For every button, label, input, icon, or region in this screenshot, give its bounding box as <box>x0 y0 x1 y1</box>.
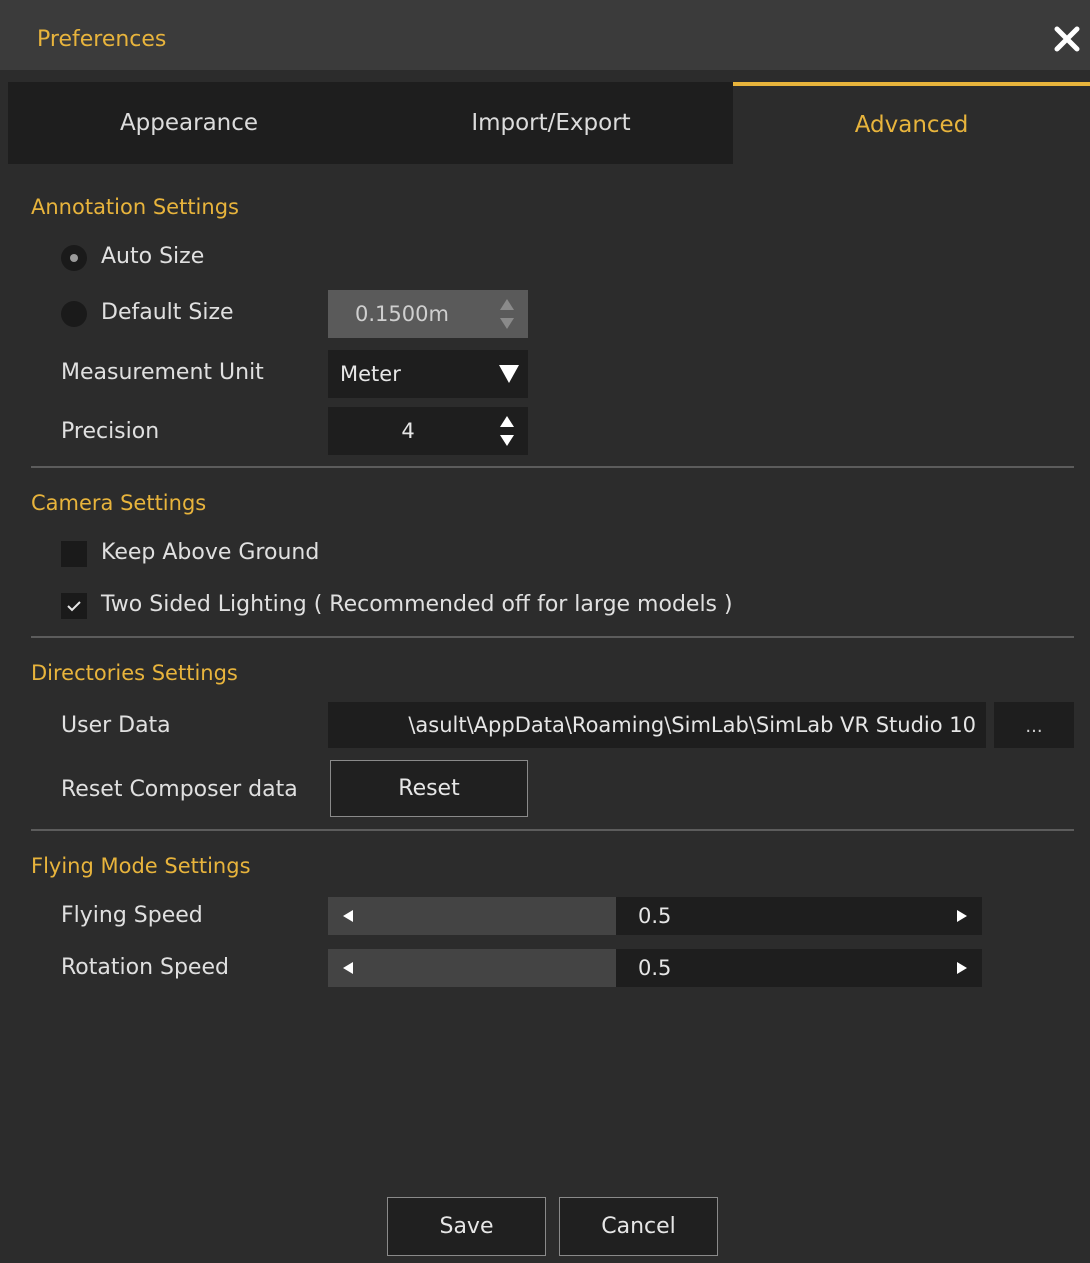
slider-fill <box>328 949 616 987</box>
section-divider <box>31 466 1074 468</box>
rotation-speed-slider[interactable]: 0.5 <box>328 949 982 987</box>
cancel-button[interactable]: Cancel <box>559 1197 718 1256</box>
flying-speed-value: 0.5 <box>638 904 672 928</box>
tab-import-export[interactable]: Import/Export <box>370 82 732 164</box>
close-button[interactable] <box>1050 22 1084 56</box>
measurement-unit-label: Measurement Unit <box>61 360 264 385</box>
slider-right-arrow-icon[interactable] <box>956 909 968 923</box>
reset-composer-label: Reset Composer data <box>61 777 298 802</box>
spin-arrows-icon <box>500 299 514 329</box>
rotation-speed-value: 0.5 <box>638 956 672 980</box>
rotation-speed-label: Rotation Speed <box>61 955 229 980</box>
section-divider <box>31 829 1074 831</box>
slider-fill <box>328 897 616 935</box>
tab-appearance[interactable]: Appearance <box>8 82 370 164</box>
flying-mode-settings-title: Flying Mode Settings <box>31 854 251 878</box>
two-sided-lighting-checkbox[interactable] <box>61 593 87 619</box>
user-data-path-input[interactable]: \asult\AppData\Roaming\SimLab\SimLab VR … <box>328 702 986 748</box>
flying-speed-slider[interactable]: 0.5 <box>328 897 982 935</box>
measurement-unit-select[interactable]: Meter <box>328 350 528 398</box>
flying-speed-label: Flying Speed <box>61 903 203 928</box>
reset-button[interactable]: Reset <box>330 760 528 817</box>
precision-label: Precision <box>61 419 160 444</box>
default-size-value: 0.1500m <box>355 302 449 326</box>
tab-advanced[interactable]: Advanced <box>733 82 1090 164</box>
section-divider <box>31 636 1074 638</box>
radio-selected-dot <box>70 254 78 262</box>
slider-left-arrow-icon[interactable] <box>342 909 354 923</box>
default-size-input[interactable]: 0.1500m <box>328 290 528 338</box>
two-sided-lighting-label: Two Sided Lighting ( Recommended off for… <box>101 592 733 617</box>
auto-size-radio[interactable] <box>61 245 87 271</box>
checkmark-icon <box>67 601 81 612</box>
precision-stepper[interactable]: 4 <box>328 407 528 455</box>
tab-bar: Appearance Import/Export Advanced <box>8 82 1090 164</box>
annotation-settings-title: Annotation Settings <box>31 195 239 219</box>
precision-value: 4 <box>401 419 415 443</box>
directories-settings-title: Directories Settings <box>31 661 238 685</box>
user-data-label: User Data <box>61 713 171 738</box>
dropdown-arrow-icon <box>499 365 519 383</box>
save-button[interactable]: Save <box>387 1197 546 1256</box>
default-size-label: Default Size <box>101 300 234 325</box>
camera-settings-title: Camera Settings <box>31 491 207 515</box>
default-size-radio[interactable] <box>61 301 87 327</box>
browse-button[interactable]: ... <box>994 702 1074 748</box>
window-title: Preferences <box>37 27 167 52</box>
slider-right-arrow-icon[interactable] <box>956 961 968 975</box>
spin-arrows-icon[interactable] <box>498 411 516 451</box>
measurement-unit-value: Meter <box>340 362 401 386</box>
close-icon <box>1054 26 1080 52</box>
slider-left-arrow-icon[interactable] <box>342 961 354 975</box>
keep-above-ground-label: Keep Above Ground <box>101 540 320 565</box>
title-bar: Preferences <box>0 0 1090 70</box>
user-data-path-value: \asult\AppData\Roaming\SimLab\SimLab VR … <box>408 713 976 737</box>
auto-size-label: Auto Size <box>101 244 205 269</box>
keep-above-ground-checkbox[interactable] <box>61 541 87 567</box>
